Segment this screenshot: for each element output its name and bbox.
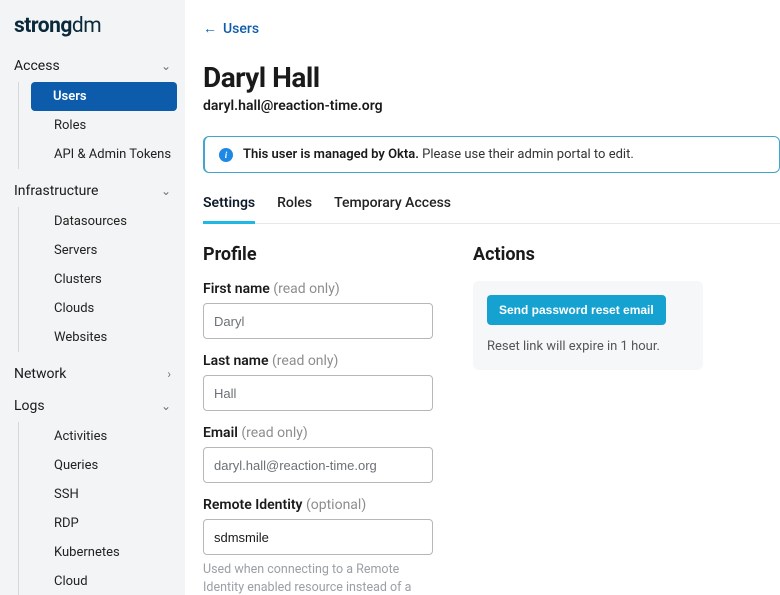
email-field: Email (read only) <box>203 425 433 483</box>
sidebar-item-queries[interactable]: Queries <box>42 451 185 480</box>
last-name-input <box>203 375 433 411</box>
alert-lead: This user is managed by Okta. <box>243 147 419 162</box>
remote-identity-label: Remote Identity (optional) <box>203 497 433 513</box>
nav-section-infrastructure[interactable]: Infrastructure ⌄ <box>0 175 185 207</box>
tabs: Settings Roles Temporary Access <box>203 195 780 224</box>
user-email: daryl.hall@reaction-time.org <box>203 98 780 114</box>
sidebar-item-rdp[interactable]: RDP <box>42 509 185 538</box>
actions-heading: Actions <box>473 244 703 265</box>
remote-identity-field: Remote Identity (optional) Used when con… <box>203 497 433 595</box>
email-label: Email (read only) <box>203 425 433 441</box>
last-name-label: Last name (read only) <box>203 353 433 369</box>
alert-rest: Please use their admin portal to edit. <box>422 147 634 162</box>
profile-heading: Profile <box>203 244 433 265</box>
back-to-users-link[interactable]: ← Users <box>203 20 259 37</box>
sidebar-item-roles[interactable]: Roles <box>42 111 185 140</box>
actions-card: Send password reset email Reset link wil… <box>473 281 703 370</box>
back-label: Users <box>223 21 259 37</box>
chevron-down-icon: ⌄ <box>161 399 171 413</box>
main: ← Users Daryl Hall daryl.hall@reaction-t… <box>185 0 780 595</box>
sidebar-item-websites[interactable]: Websites <box>42 323 185 352</box>
first-name-input <box>203 303 433 339</box>
remote-identity-input[interactable] <box>203 519 433 555</box>
first-name-label: First name (read only) <box>203 281 433 297</box>
sidebar-item-cloud[interactable]: Cloud <box>42 567 185 595</box>
nav-section-label: Logs <box>14 398 45 414</box>
nav-items: ActivitiesQueriesSSHRDPKubernetesCloudWe… <box>18 422 185 595</box>
last-name-field: Last name (read only) <box>203 353 433 411</box>
profile-column: Profile First name (read only) Last name… <box>203 244 433 595</box>
reset-note: Reset link will expire in 1 hour. <box>487 339 689 354</box>
sidebar-item-ssh[interactable]: SSH <box>42 480 185 509</box>
arrow-left-icon: ← <box>203 20 217 37</box>
sidebar-item-users[interactable]: Users <box>31 82 177 111</box>
nav-section-access[interactable]: Access ⌄ <box>0 50 185 82</box>
tab-temporary-access[interactable]: Temporary Access <box>334 195 451 224</box>
managed-by-alert: This user is managed by Okta. Please use… <box>203 136 780 173</box>
nav-items: DatasourcesServersClustersCloudsWebsites <box>18 207 185 352</box>
nav-section-network[interactable]: Network › <box>0 358 185 390</box>
email-input <box>203 447 433 483</box>
page-title: Daryl Hall <box>203 61 780 94</box>
sidebar-item-activities[interactable]: Activities <box>42 422 185 451</box>
actions-column: Actions Send password reset email Reset … <box>473 244 703 595</box>
info-icon <box>219 148 233 162</box>
tab-settings[interactable]: Settings <box>203 195 255 224</box>
sidebar-item-clouds[interactable]: Clouds <box>42 294 185 323</box>
chevron-down-icon: › <box>167 367 171 381</box>
remote-identity-helper: Used when connecting to a Remote Identit… <box>203 561 433 595</box>
chevron-down-icon: ⌄ <box>161 59 171 73</box>
nav-section-label: Access <box>14 58 60 74</box>
nav: Access ⌄ UsersRolesAPI & Admin Tokens Infra… <box>0 50 185 595</box>
brand-logo: strongdm <box>0 0 185 50</box>
nav-section-label: Infrastructure <box>14 183 98 199</box>
sidebar-item-kubernetes[interactable]: Kubernetes <box>42 538 185 567</box>
tab-roles[interactable]: Roles <box>277 195 312 224</box>
nav-section-logs[interactable]: Logs ⌄ <box>0 390 185 422</box>
sidebar-item-clusters[interactable]: Clusters <box>42 265 185 294</box>
sidebar: strongdm Access ⌄ UsersRolesAPI & Admin To… <box>0 0 185 595</box>
first-name-field: First name (read only) <box>203 281 433 339</box>
nav-section-label: Network <box>14 366 66 382</box>
send-password-reset-button[interactable]: Send password reset email <box>487 295 666 325</box>
sidebar-item-api-admin-tokens[interactable]: API & Admin Tokens <box>42 140 185 169</box>
chevron-down-icon: ⌄ <box>161 184 171 198</box>
sidebar-item-datasources[interactable]: Datasources <box>42 207 185 236</box>
sidebar-item-servers[interactable]: Servers <box>42 236 185 265</box>
nav-items: UsersRolesAPI & Admin Tokens <box>18 82 185 169</box>
